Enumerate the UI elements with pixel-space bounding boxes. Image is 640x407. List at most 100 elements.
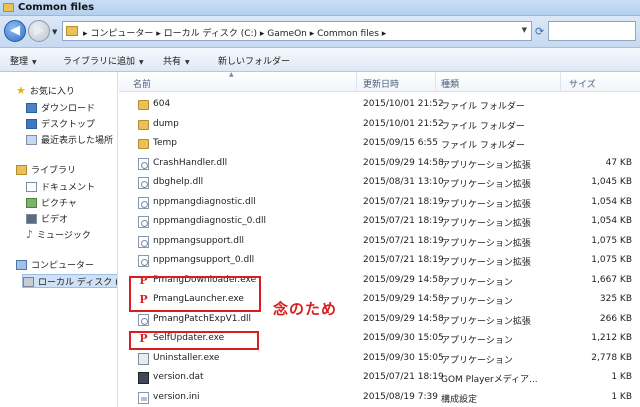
file-name: dbghelp.dll [153,177,204,187]
nav-label: ピクチャ [41,199,77,209]
nav-desktop[interactable]: デスクトップ [26,117,95,131]
file-name: PmangPatchExpV1.dll [153,313,252,324]
file-size: 1 KB [611,372,632,382]
file-size: 1,054 KB [591,216,632,226]
file-type: ファイル フォルダー [441,102,525,112]
file-modified-date: 2015/07/21 18:19 [363,372,444,382]
file-type: アプリケーション拡張 [441,219,531,229]
file-row[interactable]: 604 2015/10/01 21:52 ファイル フォルダー [119,96,640,115]
column-header-modified[interactable]: 更新日時 [363,77,399,90]
address-bar[interactable]: ▸ コンピューター ▸ ローカル ディスク (C:) ▸ GameOn ▸ Co… [62,21,532,41]
dll-file-icon [138,255,149,267]
file-row[interactable]: nppmangdiagnostic_0.dll 2015/07/21 18:19 ア… [119,213,640,232]
nav-recent[interactable]: 最近表示した場所 [26,133,113,147]
file-name: version.dat [153,372,204,382]
file-name: dump [153,118,179,129]
file-row[interactable]: nppmangdiagnostic.dll 2015/07/21 18:19 アプリ… [119,194,640,213]
file-type: アプリケーション [441,277,513,288]
dll-file-icon [138,177,149,189]
back-button[interactable]: ◀ [4,20,26,42]
file-type: アプリケーション [441,336,513,346]
nav-local-disk[interactable]: ローカル ディスク ( [22,274,117,288]
column-header-name[interactable]: 名前 [133,77,151,90]
file-modified-date: 2015/07/21 18:19 [363,196,444,207]
file-row[interactable]: CrashHandler.dll 2015/09/29 14:58 アプリケーション… [119,155,640,174]
nav-pictures[interactable]: ピクチャ [26,196,77,210]
file-type: ファイル フォルダー [441,141,525,151]
chevron-down-icon: ▼ [32,59,37,66]
organize-label: 整理 [10,57,29,67]
column-header-size[interactable]: サイズ [569,77,596,90]
dll-file-icon [138,157,149,170]
file-type: アプリケーション拡張 [441,258,531,268]
document-icon [26,182,37,192]
column-divider[interactable] [356,72,357,92]
nav-videos[interactable]: ビデオ [26,212,68,226]
share-button[interactable]: 共有 ▼ [163,54,190,67]
file-modified-date: 2015/07/21 18:19 [363,235,444,246]
disk-drive-icon [23,277,34,287]
file-size: 1,075 KB [591,235,632,246]
file-name: nppmangsupport.dll [153,235,244,246]
breadcrumb[interactable]: ▸ コンピューター ▸ ローカル ディスク (C:) ▸ GameOn ▸ Co… [83,26,386,39]
address-dropdown-icon[interactable]: ▼ [522,26,527,34]
nav-favorites[interactable]: ★ お気に入り [16,84,75,98]
nav-label: デスクトップ [41,120,96,130]
organize-button[interactable]: 整理 ▼ [10,54,37,67]
add-to-library-label: ライブラリに追加 [63,57,136,67]
navigation-pane: ★ お気に入り ダウンロード デスクトップ 最近表示した場所 ライブラリ ドキュメ… [0,72,118,407]
file-modified-date: 2015/09/29 14:58 [363,157,444,168]
search-input[interactable]: ⟳ [535,21,636,41]
picture-icon [26,198,37,208]
column-header-row: ▲ 名前 更新日時 種類 サイズ [119,71,640,92]
nav-computer[interactable]: コンピューター [16,258,94,272]
nav-downloads[interactable]: ダウンロード [26,101,95,115]
file-modified-date: 2015/08/31 13:10 [363,177,444,187]
dll-file-icon [138,196,149,209]
file-row[interactable]: dbghelp.dll 2015/08/31 13:10 アプリケーション拡張 1,0… [119,174,640,193]
ini-file-icon [138,391,149,404]
file-list-pane: ▲ 名前 更新日時 種類 サイズ 604 2015/10/01 21:52 ファイル… [119,71,640,407]
command-bar: 整理 ▼ ライブラリに追加 ▼ 共有 ▼ 新しいフォルダー [0,48,640,72]
file-size: 1,667 KB [591,274,632,285]
file-modified-date: 2015/09/29 14:58 [363,313,444,324]
column-divider[interactable] [560,72,561,92]
file-row[interactable]: dump 2015/10/01 21:52 ファイル フォルダー [119,116,640,135]
column-divider[interactable] [435,72,436,92]
annotation-text: 念のため [273,300,338,318]
file-row[interactable]: nppmangsupport.dll 2015/07/21 18:19 アプリケーシ… [119,233,640,252]
dll-file-icon [138,235,149,248]
chevron-down-icon: ▼ [139,59,144,66]
file-row[interactable]: version.ini 2015/08/19 7:39 構成設定 1 KB [119,389,640,407]
file-name: nppmangdiagnostic_0.dll [153,216,266,226]
file-row[interactable]: Uninstaller.exe 2015/09/30 15:05 アプリケーション 2… [119,350,640,369]
file-type: アプリケーション拡張 [441,160,531,171]
nav-label: ライブラリ [31,166,77,176]
refresh-icon[interactable]: ⟳ [535,25,544,38]
file-size: 2,778 KB [591,352,632,363]
forward-button[interactable]: ▶ [28,20,50,42]
file-modified-date: 2015/09/30 15:05 [363,333,444,343]
file-type: アプリケーション [441,355,513,366]
file-size: 1,045 KB [591,177,632,187]
nav-label: ビデオ [41,215,69,225]
column-header-type[interactable]: 種類 [441,77,459,90]
sort-up-icon: ▲ [229,71,234,78]
file-row[interactable]: nppmangsupport_0.dll 2015/07/21 18:19 アプリケ… [119,252,640,271]
file-row[interactable]: version.dat 2015/07/21 18:19 GOM Playerメディ… [119,369,640,388]
add-to-library-button[interactable]: ライブラリに追加 ▼ [63,54,144,67]
new-folder-button[interactable]: 新しいフォルダー [218,54,290,67]
file-type: 構成設定 [441,394,478,405]
nav-label: ドキュメント [41,183,96,193]
file-type: アプリケーション [441,297,513,307]
file-type: ファイル フォルダー [441,121,525,132]
nav-documents[interactable]: ドキュメント [26,180,95,194]
file-size: 325 KB [599,294,632,304]
uninstaller-exe-icon [138,352,149,365]
file-row[interactable]: PmangPatchExpV1.dll 2015/09/29 14:58 アプリケー… [119,311,640,330]
file-name: nppmangdiagnostic.dll [153,196,256,207]
nav-libraries[interactable]: ライブラリ [16,163,76,177]
file-row[interactable]: Temp 2015/09/15 6:55 ファイル フォルダー [119,135,640,154]
nav-music[interactable]: ♪ ミュージック [26,228,91,242]
history-dropdown-icon[interactable]: ▼ [52,28,57,36]
